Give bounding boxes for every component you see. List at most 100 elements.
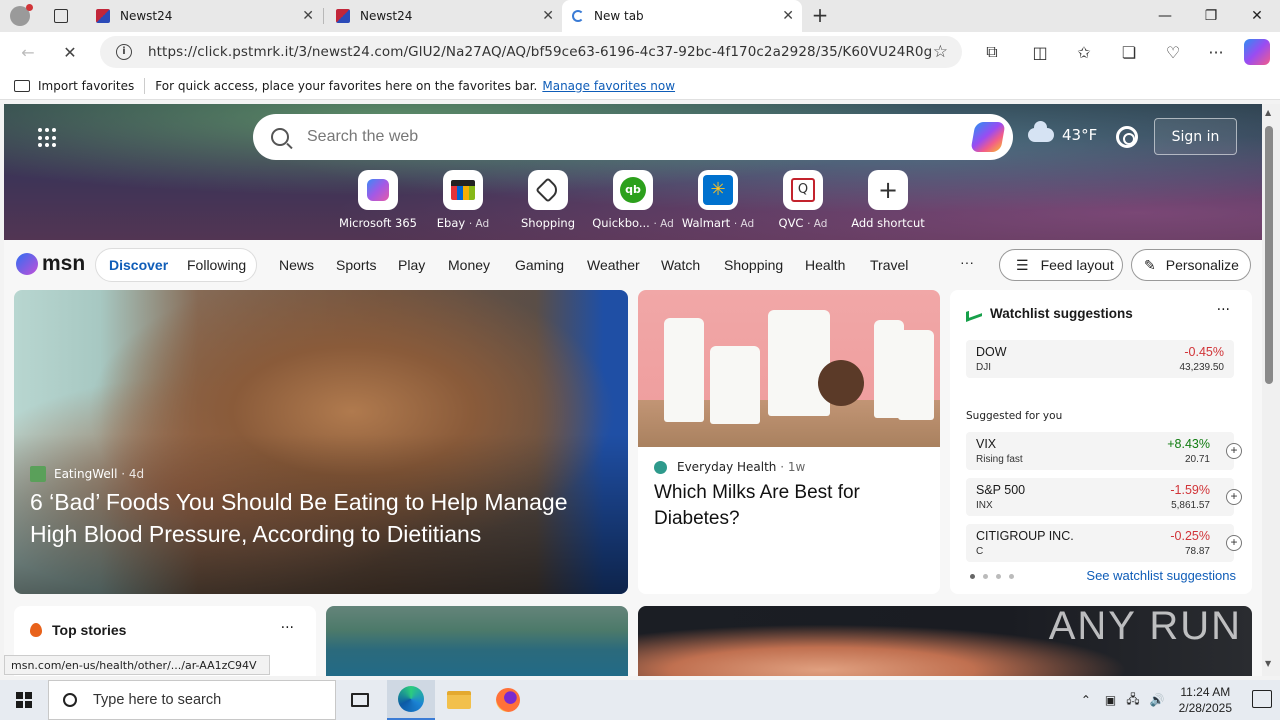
web-search-box[interactable] bbox=[253, 114, 1013, 160]
ad-badge: · Ad bbox=[807, 218, 828, 230]
nav-news[interactable]: News bbox=[279, 257, 314, 273]
shortcut-quickbooks[interactable]: qb Quickbo... · Ad bbox=[591, 170, 675, 230]
task-view-button[interactable] bbox=[336, 680, 384, 720]
shortcut-ebay[interactable]: Ebay · Ad bbox=[421, 170, 505, 230]
taskbar-search-box[interactable]: Type here to search bbox=[48, 680, 336, 720]
manage-favorites-link[interactable]: Manage favorites now bbox=[542, 79, 675, 93]
shortcut-add[interactable]: + Add shortcut bbox=[846, 170, 930, 230]
article-title[interactable]: 6 ‘Bad’ Foods You Should Be Eating to He… bbox=[30, 486, 620, 550]
site-info-icon[interactable]: i bbox=[116, 44, 132, 60]
nav-money[interactable]: Money bbox=[448, 257, 490, 273]
shortcut-microsoft-365[interactable]: Microsoft 365 bbox=[336, 170, 420, 230]
nav-watch[interactable]: Watch bbox=[661, 257, 700, 273]
volume-icon[interactable]: 🔊 bbox=[1150, 693, 1165, 707]
show-hidden-icons-icon[interactable]: ⌃ bbox=[1081, 693, 1091, 707]
nav-gaming[interactable]: Gaming bbox=[515, 257, 564, 273]
split-screen-icon[interactable]: ◫ bbox=[1028, 40, 1052, 64]
browser-essentials-icon[interactable]: ♡ bbox=[1161, 40, 1185, 64]
tab-actions-icon[interactable] bbox=[54, 9, 68, 23]
scroll-down-arrow-icon[interactable]: ▼ bbox=[1265, 659, 1271, 668]
hero-article-card[interactable]: EatingWell · 4d 6 ‘Bad’ Foods You Should… bbox=[14, 290, 628, 594]
page-scrollbar[interactable]: ▲ ▼ bbox=[1262, 104, 1280, 676]
file-explorer-button[interactable] bbox=[435, 680, 483, 720]
clock-time: 11:24 AM bbox=[1180, 685, 1231, 699]
stock-row-dow[interactable]: DOW DJI -0.45% 43,239.50 bbox=[966, 340, 1234, 378]
scrollbar-thumb[interactable] bbox=[1265, 126, 1273, 384]
favorite-star-icon[interactable]: ☆ bbox=[933, 42, 948, 62]
watchlist-more-button[interactable]: ··· bbox=[1217, 302, 1230, 318]
tab-following[interactable]: Following bbox=[187, 257, 246, 273]
start-button[interactable] bbox=[0, 680, 48, 720]
page-settings-gear-icon[interactable] bbox=[1116, 126, 1138, 148]
collections-icon[interactable]: ❏ bbox=[1117, 40, 1141, 64]
add-to-watchlist-button[interactable]: + bbox=[1226, 535, 1242, 551]
plus-icon: + bbox=[868, 170, 908, 210]
article-title[interactable]: Which Milks Are Best for Diabetes? bbox=[654, 480, 924, 532]
restore-button[interactable]: ❐ bbox=[1188, 0, 1234, 32]
article-card[interactable]: Everyday Health · 1w Which Milks Are Bes… bbox=[638, 290, 940, 594]
shortcut-shopping[interactable]: Shopping bbox=[506, 170, 590, 230]
stock-row-sp500[interactable]: S&P 500 INX -1.59% 5,861.57 + bbox=[966, 478, 1242, 516]
carousel-dots[interactable] bbox=[970, 574, 1014, 579]
close-tab-icon[interactable]: ✕ bbox=[542, 8, 554, 24]
divider bbox=[144, 77, 146, 94]
watchlist-card: Watchlist suggestions ··· DOW DJI -0.45%… bbox=[950, 290, 1252, 594]
app-launcher-icon[interactable] bbox=[38, 128, 58, 148]
new-tab-button[interactable]: + bbox=[808, 4, 832, 28]
article-source: Everyday Health · 1w bbox=[654, 460, 805, 474]
msn-logo[interactable]: msn bbox=[16, 252, 85, 276]
nav-sports[interactable]: Sports bbox=[336, 257, 376, 273]
clock[interactable]: 11:24 AM 2/28/2025 bbox=[1179, 684, 1232, 716]
close-window-button[interactable]: ✕ bbox=[1234, 0, 1280, 32]
shortcut-label: Shopping bbox=[520, 216, 575, 230]
sign-in-button[interactable]: Sign in bbox=[1154, 118, 1237, 155]
close-tab-icon[interactable]: ✕ bbox=[782, 8, 794, 24]
stock-row-vix[interactable]: VIX Rising fast +8.43% 20.71 + bbox=[966, 432, 1242, 470]
favorites-hint: For quick access, place your favorites h… bbox=[155, 78, 538, 93]
firefox-button[interactable] bbox=[484, 680, 532, 720]
microsoft-365-icon bbox=[358, 170, 398, 210]
notification-center-icon[interactable] bbox=[1252, 690, 1272, 708]
shortcut-walmart[interactable]: ✳ Walmart · Ad bbox=[676, 170, 760, 230]
url-text[interactable]: https://click.pstmrk.it/3/newst24.com/Gl… bbox=[148, 44, 932, 60]
favorites-icon[interactable]: ✩ bbox=[1072, 40, 1096, 64]
copilot-search-icon[interactable] bbox=[970, 122, 1006, 152]
nav-shopping[interactable]: Shopping bbox=[724, 257, 783, 273]
tab-discover[interactable]: Discover bbox=[109, 257, 168, 273]
tab-title: Newst24 bbox=[120, 9, 173, 23]
extensions-icon[interactable]: ⧉ bbox=[980, 40, 1004, 64]
nav-play[interactable]: Play bbox=[398, 257, 425, 273]
network-icon[interactable]: 🖧 bbox=[1126, 690, 1139, 711]
weather-widget[interactable]: 43°F bbox=[1028, 121, 1097, 144]
search-input[interactable] bbox=[307, 128, 947, 146]
tab-title: New tab bbox=[594, 9, 644, 23]
shortcut-qvc[interactable]: Q QVC · Ad bbox=[761, 170, 845, 230]
add-to-watchlist-button[interactable]: + bbox=[1226, 489, 1242, 505]
top-stories-more-button[interactable]: ··· bbox=[281, 620, 294, 636]
edge-taskbar-button[interactable] bbox=[387, 680, 435, 720]
scroll-up-arrow-icon[interactable]: ▲ bbox=[1265, 108, 1271, 117]
add-to-watchlist-button[interactable]: + bbox=[1226, 443, 1242, 459]
tab-new-tab[interactable]: New tab ✕ bbox=[562, 0, 802, 32]
nav-weather[interactable]: Weather bbox=[587, 257, 640, 273]
nav-health[interactable]: Health bbox=[805, 257, 845, 273]
meet-now-icon[interactable]: ▣ bbox=[1105, 693, 1116, 707]
feed-layout-button[interactable]: ☰ Feed layout bbox=[999, 249, 1123, 281]
see-watchlist-link[interactable]: See watchlist suggestions bbox=[1086, 568, 1236, 583]
import-favorites-button[interactable]: Import favorites bbox=[14, 79, 134, 93]
personalize-button[interactable]: ✎ Personalize bbox=[1131, 249, 1251, 281]
close-tab-icon[interactable]: ✕ bbox=[302, 8, 314, 24]
msn-logo-text: msn bbox=[42, 252, 86, 275]
tab-newst24-1[interactable]: Newst24 ✕ bbox=[86, 0, 322, 32]
stop-loading-button[interactable]: ✕ bbox=[56, 38, 84, 66]
minimize-button[interactable]: — bbox=[1142, 0, 1188, 32]
stock-row-citigroup[interactable]: CITIGROUP INC. C -0.25% 78.87 + bbox=[966, 524, 1242, 562]
settings-more-icon[interactable]: ··· bbox=[1204, 40, 1228, 64]
copilot-icon[interactable] bbox=[1244, 39, 1270, 65]
nav-travel[interactable]: Travel bbox=[870, 257, 908, 273]
address-bar[interactable]: i https://click.pstmrk.it/3/newst24.com/… bbox=[100, 36, 962, 68]
coast-image-card[interactable] bbox=[326, 606, 628, 676]
back-button[interactable]: ← bbox=[14, 38, 42, 66]
tab-newst24-2[interactable]: Newst24 ✕ bbox=[326, 0, 562, 32]
nav-more-button[interactable]: ··· bbox=[960, 254, 974, 270]
